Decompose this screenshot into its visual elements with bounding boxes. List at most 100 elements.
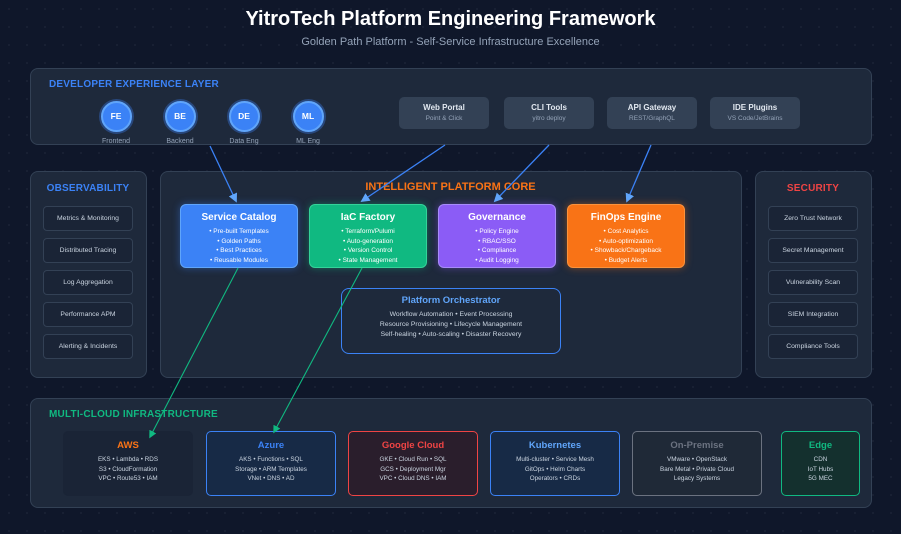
cloud-edge-name: Edge (808, 440, 833, 451)
tool-ide-plugins-name: IDE Plugins (732, 103, 778, 112)
core-card-governance[interactable]: Governance • Policy Engine • RBAC/SSO • … (438, 204, 556, 268)
persona-ml-eng-label: ML Eng (296, 138, 320, 145)
platform-core-title: INTELLIGENT PLATFORM CORE (365, 181, 536, 193)
security-title: SECURITY (786, 183, 840, 194)
service-catalog-line: • Pre-built Templates (209, 228, 269, 235)
platform-orchestrator[interactable]: Platform Orchestrator Workflow Automatio… (341, 288, 561, 354)
orchestrator-line: Workflow Automation • Event Processing (389, 311, 513, 318)
security-item-vuln-scan[interactable]: Vulnerability Scan (768, 270, 858, 295)
iac-factory-line: • Auto-generation (343, 237, 393, 245)
governance-line: • Policy Engine (475, 228, 519, 235)
observability-title: OBSERVABILITY (46, 183, 130, 194)
observability-item-apm[interactable]: Performance APM (43, 302, 133, 327)
finops-engine-line: • Auto-optimization (599, 237, 653, 245)
persona-ml-eng[interactable]: ML ML Eng (288, 101, 328, 145)
persona-frontend-badge: FE (100, 101, 132, 132)
core-card-service-catalog[interactable]: Service Catalog • Pre-built Templates • … (180, 204, 298, 268)
security-item-secrets[interactable]: Secret Management (768, 238, 858, 263)
iac-factory-line: • Version Control (343, 247, 393, 255)
multicloud-panel: MULTI-CLOUD INFRASTRUCTURE AWS EKS • Lam… (30, 398, 872, 508)
cloud-kubernetes[interactable]: Kubernetes Multi-cluster • Service Mesh … (490, 431, 620, 496)
cloud-on-premise-name: On-Premise (670, 440, 724, 451)
governance-line: • Audit Logging (475, 257, 519, 265)
security-item-compliance[interactable]: Compliance Tools (768, 334, 858, 359)
observability-item-logs[interactable]: Log Aggregation (43, 270, 133, 295)
cloud-azure-line: AKS • Functions • SQL (239, 456, 303, 463)
persona-ml-eng-badge: ML (292, 101, 324, 132)
persona-backend[interactable]: BE Backend (160, 101, 200, 145)
cloud-google-cloud-line: GKE • Cloud Run • SQL (379, 456, 447, 463)
governance-line: • RBAC/SSO (478, 237, 516, 245)
platform-core-panel: INTELLIGENT PLATFORM CORE Service Catalo… (160, 171, 742, 378)
iac-factory-line: • State Management (338, 257, 398, 265)
cloud-on-premise-line: Bare Metal • Private Cloud (660, 465, 734, 473)
iac-factory-name: IaC Factory (340, 212, 396, 223)
security-panel: SECURITY Zero Trust Network Secret Manag… (755, 171, 872, 378)
cloud-google-cloud-line: VPC • Cloud DNS • IAM (379, 475, 447, 483)
tool-ide-plugins[interactable]: IDE Plugins VS Code/JetBrains (710, 97, 800, 129)
tool-web-portal[interactable]: Web Portal Point & Click (399, 97, 489, 129)
tool-ide-plugins-sub: VS Code/JetBrains (727, 115, 783, 122)
orchestrator-line: Resource Provisioning • Lifecycle Manage… (379, 321, 523, 328)
tool-api-gateway-name: API Gateway (627, 103, 677, 112)
tool-cli-name: CLI Tools (531, 103, 567, 112)
iac-factory-line: • Terraform/Pulumi (341, 228, 395, 235)
cloud-on-premise-line: Legacy Systems (673, 475, 721, 483)
persona-frontend-label: Frontend (101, 138, 131, 145)
cloud-kubernetes-line: GitOps • Helm Charts (524, 465, 586, 473)
cloud-aws-name: AWS (117, 440, 139, 451)
cloud-google-cloud-name: Google Cloud (381, 440, 445, 451)
cloud-on-premise-line: VMware • OpenStack (667, 456, 727, 463)
security-item-zero-trust[interactable]: Zero Trust Network (768, 206, 858, 231)
persona-frontend[interactable]: FE Frontend (96, 101, 136, 145)
observability-item-alerting[interactable]: Alerting & Incidents (43, 334, 133, 359)
cloud-edge-line: IoT Hubs (807, 465, 834, 473)
orchestrator-name: Platform Orchestrator (401, 295, 501, 306)
orchestrator-line: Self-healing • Auto-scaling • Disaster R… (380, 331, 522, 338)
service-catalog-line: • Best Practices (216, 247, 262, 255)
developer-experience-panel: DEVELOPER EXPERIENCE LAYER FE Frontend B… (30, 68, 872, 145)
security-item-siem[interactable]: SIEM Integration (768, 302, 858, 327)
tool-api-gateway-sub: REST/GraphQL (629, 115, 675, 122)
tool-api-gateway[interactable]: API Gateway REST/GraphQL (607, 97, 697, 129)
core-card-iac-factory[interactable]: IaC Factory • Terraform/Pulumi • Auto-ge… (309, 204, 427, 268)
cloud-aws[interactable]: AWS EKS • Lambda • RDS S3 • CloudFormati… (63, 431, 193, 496)
governance-line: • Compliance (477, 247, 517, 255)
cloud-on-premise[interactable]: On-Premise VMware • OpenStack Bare Metal… (632, 431, 762, 496)
finops-engine-line: • Cost Analytics (603, 228, 649, 235)
cloud-edge-line: 5G MEC (808, 475, 833, 483)
observability-item-metrics[interactable]: Metrics & Monitoring (43, 206, 133, 231)
tool-web-portal-sub: Point & Click (425, 115, 463, 122)
cloud-kubernetes-name: Kubernetes (528, 440, 582, 451)
page-subtitle: Golden Path Platform - Self-Service Infr… (301, 36, 600, 48)
persona-backend-label: Backend (166, 138, 194, 145)
cloud-azure[interactable]: Azure AKS • Functions • SQL Storage • AR… (206, 431, 336, 496)
cloud-edge-line: CDN (813, 456, 828, 463)
cloud-google-cloud-line: GCS • Deployment Mgr (380, 465, 446, 473)
cloud-edge[interactable]: Edge CDN IoT Hubs 5G MEC (781, 431, 860, 496)
cloud-kubernetes-line: Operators • CRDs (529, 475, 581, 483)
service-catalog-line: • Reusable Modules (210, 257, 268, 265)
tool-cli-sub: yitro deploy (532, 115, 566, 122)
observability-item-tracing[interactable]: Distributed Tracing (43, 238, 133, 263)
cloud-azure-line: Storage • ARM Templates (235, 465, 307, 473)
finops-engine-name: FinOps Engine (590, 212, 662, 223)
cloud-aws-line: EKS • Lambda • RDS (97, 456, 159, 463)
service-catalog-name: Service Catalog (201, 212, 277, 223)
governance-name: Governance (468, 212, 526, 223)
tool-cli[interactable]: CLI Tools yitro deploy (504, 97, 594, 129)
persona-data-eng-label: Data Eng (229, 138, 259, 145)
finops-engine-line: • Budget Alerts (604, 257, 648, 265)
cloud-aws-line: VPC • Route53 • IAM (98, 475, 158, 483)
observability-panel: OBSERVABILITY Metrics & Monitoring Distr… (30, 171, 147, 378)
tool-web-portal-name: Web Portal (423, 103, 465, 112)
core-card-finops-engine[interactable]: FinOps Engine • Cost Analytics • Auto-op… (567, 204, 685, 268)
multicloud-title: MULTI-CLOUD INFRASTRUCTURE (49, 409, 218, 420)
persona-data-eng[interactable]: DE Data Eng (224, 101, 264, 145)
service-catalog-line: • Golden Paths (217, 237, 261, 245)
developer-layer-title: DEVELOPER EXPERIENCE LAYER (49, 79, 219, 90)
cloud-aws-line: S3 • CloudFormation (98, 465, 158, 473)
cloud-azure-line: VNet • DNS • AD (247, 475, 295, 483)
persona-data-eng-badge: DE (228, 101, 260, 132)
cloud-google-cloud[interactable]: Google Cloud GKE • Cloud Run • SQL GCS •… (348, 431, 478, 496)
